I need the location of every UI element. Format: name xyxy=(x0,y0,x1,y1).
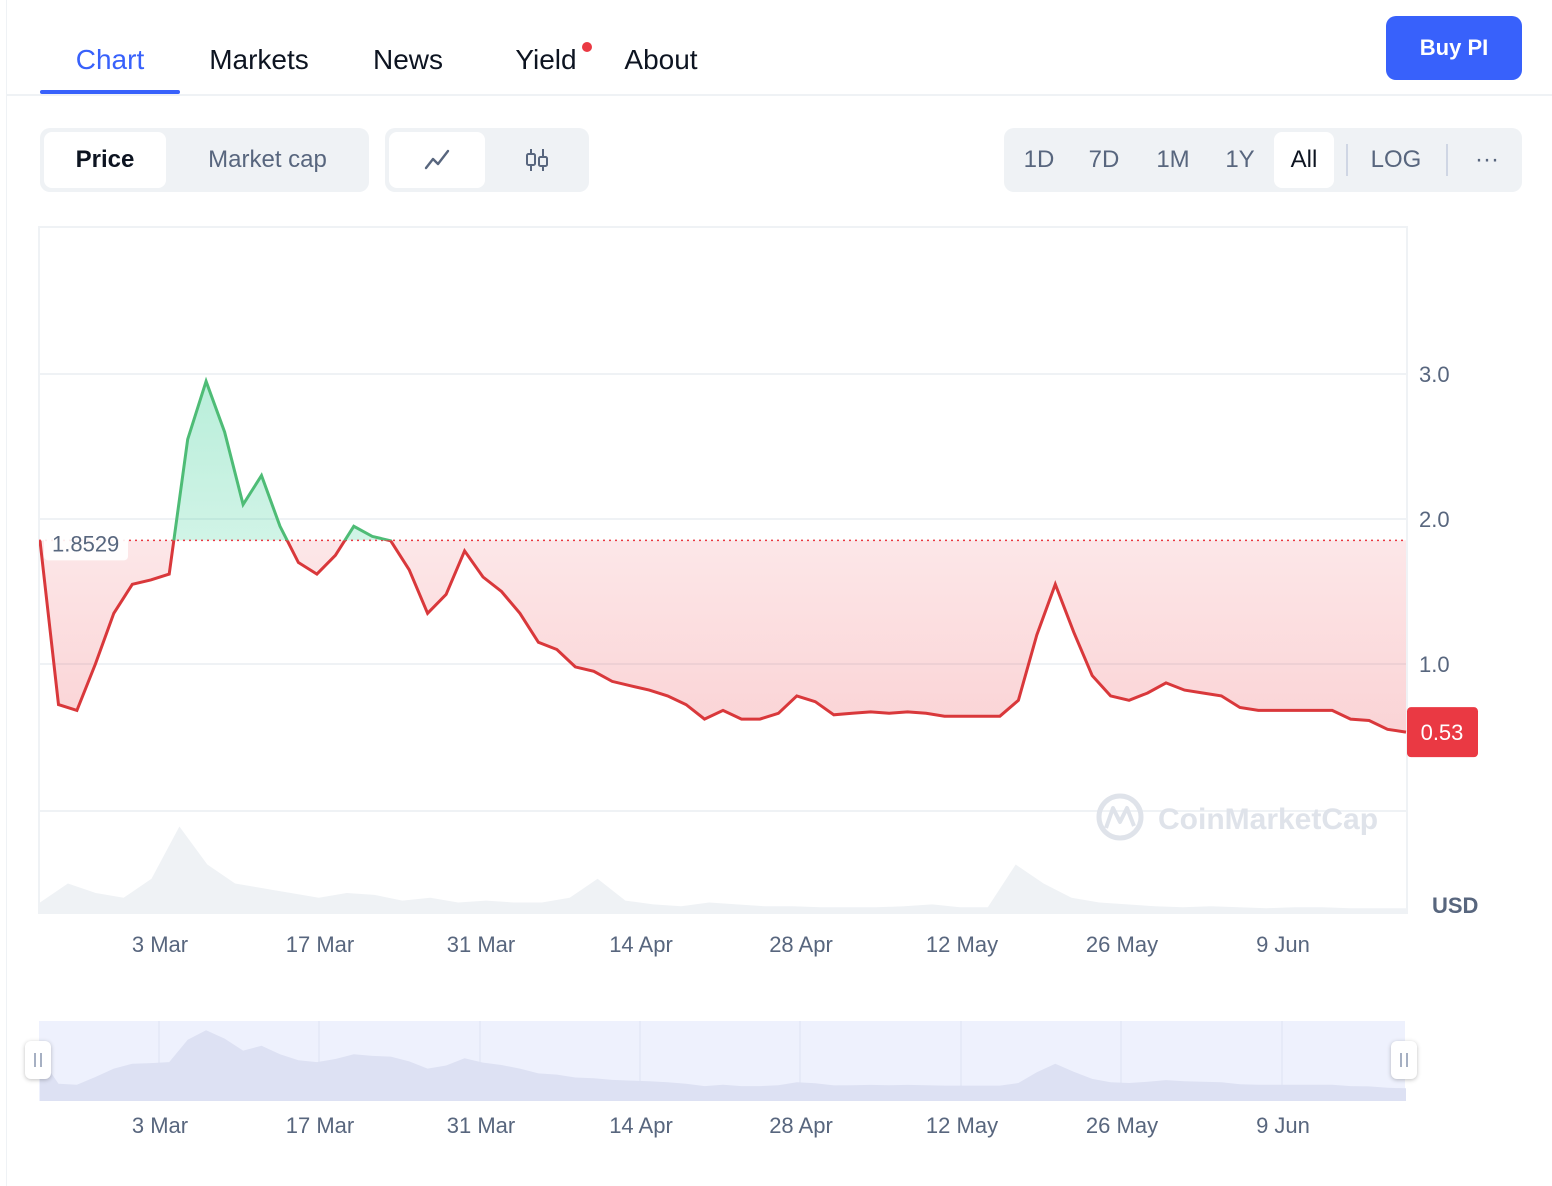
navigator-x-label: 26 May xyxy=(1086,1113,1158,1138)
current-price-tag: 0.53 xyxy=(1407,707,1478,758)
navigator-x-label: 14 Apr xyxy=(609,1113,673,1138)
x-tick-label: 9 Jun xyxy=(1256,932,1310,957)
navigator-x-label: 3 Mar xyxy=(132,1113,188,1138)
x-tick-label: 12 May xyxy=(926,932,998,957)
svg-text:1.8529: 1.8529 xyxy=(52,531,119,556)
volume-area xyxy=(40,826,1406,912)
navigator-x-label: 31 Mar xyxy=(447,1113,515,1138)
price-chart: 3.02.01.0 CoinMarketCap 1.8529 0.53 USD … xyxy=(38,226,1478,1138)
x-tick-label: 17 Mar xyxy=(286,932,354,957)
navigator-x-label: 17 Mar xyxy=(286,1113,354,1138)
coinmarketcap-logo-icon xyxy=(1096,793,1144,841)
navigator-left-handle[interactable] xyxy=(25,1041,51,1079)
y-tick-label: 3.0 xyxy=(1419,362,1450,387)
navigator-x-label: 9 Jun xyxy=(1256,1113,1310,1138)
svg-text:0.53: 0.53 xyxy=(1421,720,1464,745)
y-axis-labels: 3.0 2.0 1.0 xyxy=(1419,362,1450,677)
navigator-right-handle[interactable] xyxy=(1391,1041,1417,1079)
x-tick-label: 28 Apr xyxy=(769,932,833,957)
y-tick-label: 2.0 xyxy=(1419,507,1450,532)
watermark: CoinMarketCap xyxy=(1158,803,1378,836)
x-tick-label: 31 Mar xyxy=(447,932,515,957)
grip-icon xyxy=(1400,1053,1408,1067)
x-axis-labels: 3 Mar 17 Mar 31 Mar 14 Apr 28 Apr 12 May 26 Ma… xyxy=(132,932,1310,957)
y-tick-label: 1.0 xyxy=(1419,652,1450,677)
navigator-x-label: 28 Apr xyxy=(769,1113,833,1138)
currency-unit-label: USD xyxy=(1432,893,1478,918)
x-tick-label: 3 Mar xyxy=(132,932,188,957)
navigator-x-label: 12 May xyxy=(926,1113,998,1138)
grip-icon xyxy=(34,1053,42,1067)
x-tick-label: 14 Apr xyxy=(609,932,673,957)
x-tick-label: 26 May xyxy=(1086,932,1158,957)
navigator-x-labels: 3 Mar 17 Mar 31 Mar 14 Apr 28 Apr 12 May 26 Ma… xyxy=(132,1113,1310,1138)
volume-shape xyxy=(40,826,1406,912)
start-price-label: 1.8529 xyxy=(44,526,128,561)
price-area-below-start xyxy=(40,540,1406,733)
